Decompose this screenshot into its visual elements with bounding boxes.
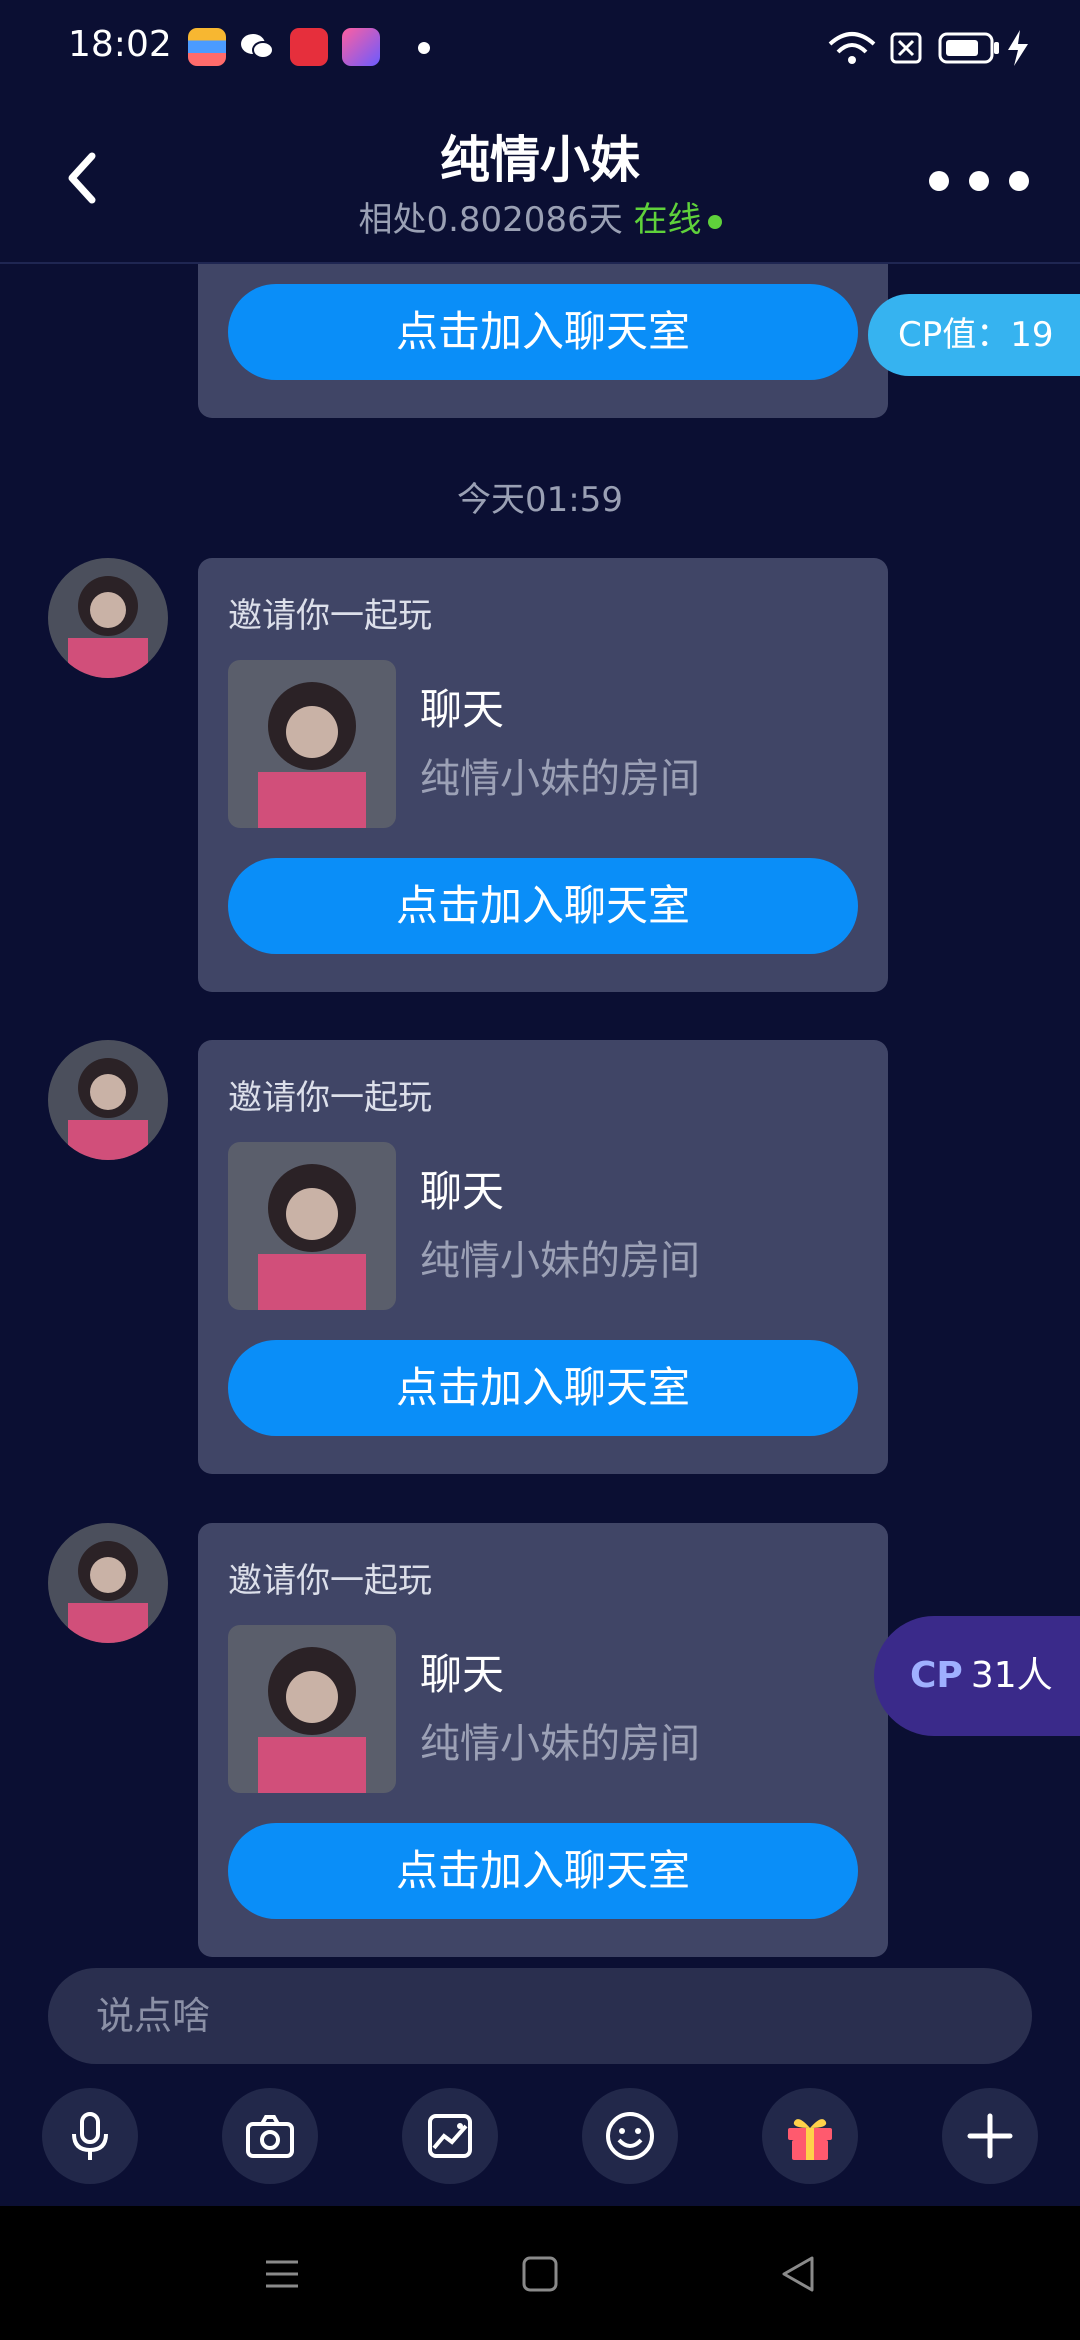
more-options-icon[interactable] bbox=[924, 166, 1034, 196]
image-icon bbox=[428, 2114, 472, 2158]
emoji-button[interactable] bbox=[582, 2088, 678, 2184]
invite-card: 邀请你一起玩 聊天 纯情小妹的房间 点击加入聊天室 bbox=[198, 1523, 888, 1957]
room-owner: 纯情小妹的房间 bbox=[420, 756, 700, 802]
camera-button[interactable] bbox=[222, 2088, 318, 2184]
plus-button[interactable] bbox=[942, 2088, 1038, 2184]
video-app-icon bbox=[290, 28, 328, 66]
invite-card-partial: 点击加入聊天室 bbox=[198, 264, 888, 418]
invite-card: 邀请你一起玩 聊天 纯情小妹的房间 点击加入聊天室 bbox=[198, 1040, 888, 1474]
room-owner: 纯情小妹的房间 bbox=[420, 1238, 700, 1284]
cp-people-badge[interactable]: CP 31人 bbox=[874, 1616, 1080, 1736]
avatar[interactable] bbox=[48, 558, 168, 678]
back-triangle-icon[interactable] bbox=[778, 2254, 818, 2294]
plus-icon bbox=[967, 2113, 1013, 2159]
cp-people-count: 31人 bbox=[970, 1655, 1053, 1696]
room-name: 聊天 bbox=[420, 1167, 505, 1216]
room-name: 聊天 bbox=[420, 1650, 505, 1699]
emoji-icon bbox=[606, 2112, 654, 2160]
join-chatroom-button[interactable]: 点击加入聊天室 bbox=[228, 858, 858, 954]
wechat-icon bbox=[238, 28, 276, 66]
status-icons bbox=[828, 30, 1028, 66]
image-button[interactable] bbox=[402, 2088, 498, 2184]
join-chatroom-button[interactable]: 点击加入聊天室 bbox=[228, 284, 858, 380]
system-nav-bar bbox=[0, 2206, 1080, 2340]
wallet-app-icon bbox=[188, 28, 226, 66]
gift-button[interactable] bbox=[762, 2088, 858, 2184]
online-dot-icon bbox=[707, 214, 722, 229]
notification-dot bbox=[418, 42, 430, 54]
room-owner: 纯情小妹的房间 bbox=[420, 1721, 700, 1767]
message-input[interactable]: 说点啥 bbox=[48, 1968, 1032, 2064]
invite-title: 邀请你一起玩 bbox=[228, 1078, 432, 1118]
photo-app-icon bbox=[342, 28, 380, 66]
home-icon[interactable] bbox=[520, 2254, 560, 2294]
together-days: 相处0.802086天 bbox=[358, 200, 623, 240]
invite-title: 邀请你一起玩 bbox=[228, 1561, 432, 1601]
room-thumbnail bbox=[228, 1142, 396, 1310]
chat-title: 纯情小妹 bbox=[440, 131, 640, 189]
join-chatroom-button[interactable]: 点击加入聊天室 bbox=[228, 1340, 858, 1436]
menu-icon[interactable] bbox=[262, 2254, 302, 2294]
online-status: 在线 bbox=[633, 200, 702, 240]
avatar[interactable] bbox=[48, 1523, 168, 1643]
mic-button[interactable] bbox=[42, 2088, 138, 2184]
cp-value-badge[interactable]: CP值：19 bbox=[868, 294, 1080, 376]
camera-icon bbox=[246, 2115, 294, 2158]
mic-icon bbox=[72, 2112, 108, 2160]
status-time: 18:02 bbox=[68, 24, 172, 65]
room-thumbnail bbox=[228, 1625, 396, 1793]
invite-card: 邀请你一起玩 聊天 纯情小妹的房间 点击加入聊天室 bbox=[198, 558, 888, 992]
room-name: 聊天 bbox=[420, 685, 505, 734]
chat-header: 纯情小妹 相处0.802086天 在线 bbox=[0, 96, 1080, 264]
status-bar: 18:02 bbox=[0, 0, 1080, 96]
chat-subtitle: 相处0.802086天 在线 bbox=[0, 192, 1080, 241]
message-timestamp: 今天01:59 bbox=[457, 480, 623, 520]
cp-label: CP bbox=[910, 1655, 963, 1696]
avatar[interactable] bbox=[48, 1040, 168, 1160]
gift-icon bbox=[788, 2119, 832, 2160]
room-thumbnail bbox=[228, 660, 396, 828]
join-chatroom-button[interactable]: 点击加入聊天室 bbox=[228, 1823, 858, 1919]
invite-title: 邀请你一起玩 bbox=[228, 596, 432, 636]
